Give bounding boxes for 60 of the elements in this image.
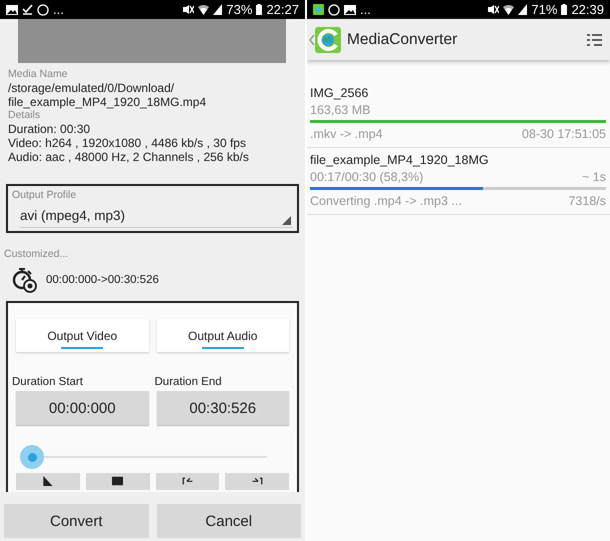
mark-end-icon — [252, 476, 263, 486]
mark-start-icon — [182, 476, 193, 486]
detail-line: Video: h264 , 1920x1080 , 4486 kb/s , 30 fps — [8, 136, 247, 150]
stop-button[interactable] — [86, 473, 150, 490]
mark-end-button[interactable] — [225, 473, 289, 490]
app-title: MediaConverter — [347, 30, 458, 48]
media-path: /storage/emulated/0/Download/ — [8, 81, 176, 95]
mark-start-button[interactable] — [156, 473, 220, 490]
battery-icon — [256, 4, 262, 15]
task-name: IMG_2566 — [310, 85, 370, 102]
duration-end-button[interactable]: 00:30:526 — [156, 391, 289, 425]
duration-start-button[interactable]: 00:00:000 — [16, 391, 148, 425]
task-status: 00:17/00:30 (58,3%) — [310, 169, 424, 185]
task-name: file_example_MP4_1920_18MG — [310, 152, 490, 169]
output-profile-label: Output Profile — [12, 189, 78, 202]
media-name-label: Media Name — [8, 68, 69, 81]
conversion-format: .mkv -> .mp4 — [310, 126, 383, 142]
notification-overflow: ... — [360, 2, 371, 17]
clock: 22:39 — [571, 2, 604, 17]
details-label: Details — [8, 109, 42, 122]
action-button[interactable]: Cancel — [156, 504, 301, 538]
detail-line: Audio: aac , 48000 Hz, 2 Channels , 256 kb/s — [8, 150, 250, 164]
checkmark-icon — [22, 4, 33, 15]
mute-icon — [487, 4, 500, 15]
signal-icon — [213, 4, 222, 15]
image-icon — [6, 4, 18, 14]
app-icon — [313, 4, 324, 15]
task-info: 7318/s — [568, 193, 606, 209]
stop-icon — [112, 476, 124, 486]
detail-line: Duration: 00:30 — [8, 122, 92, 136]
wifi-icon — [198, 4, 210, 15]
battery-percent: 71% — [531, 2, 558, 17]
wifi-icon — [503, 4, 514, 15]
output-profile-dropdown[interactable]: Output Profile avi (mpeg4, mp3) — [6, 184, 299, 233]
notification-overflow: ... — [53, 2, 64, 17]
time-remaining: ~ 1s — [582, 169, 606, 185]
battery-percent: 73% — [226, 2, 252, 17]
time-range: 00:00:000->00:30:526 — [46, 274, 159, 286]
app-logo-icon — [315, 26, 341, 52]
stopwatch-icon — [12, 267, 37, 293]
checklist-icon[interactable] — [586, 34, 602, 46]
task-status: 163,63 MB — [310, 102, 370, 118]
action-button[interactable]: Convert — [4, 504, 148, 538]
output-tab[interactable]: Output Video — [16, 319, 148, 352]
duration-end-label: Duration End — [154, 376, 223, 388]
media-path: file_example_MP4_1920_18MG.mp4 — [8, 95, 208, 109]
output-tab[interactable]: Output Audio — [156, 319, 289, 352]
play-button[interactable] — [16, 473, 80, 490]
dropdown-corner-icon — [282, 216, 291, 225]
task-info: 08-30 17:51:05 — [522, 126, 606, 142]
duration-start-label: Duration Start — [12, 376, 84, 388]
back-chevron-icon[interactable] — [309, 34, 315, 46]
mute-icon — [182, 4, 194, 15]
image-icon — [344, 4, 356, 14]
signal-icon — [518, 4, 528, 15]
conversion-format: Converting .mp4 -> .mp3 ... — [310, 193, 462, 209]
play-icon — [42, 476, 54, 486]
battery-icon — [561, 4, 568, 15]
clock: 22:27 — [266, 2, 299, 17]
customized-label: Customized... — [4, 248, 70, 260]
